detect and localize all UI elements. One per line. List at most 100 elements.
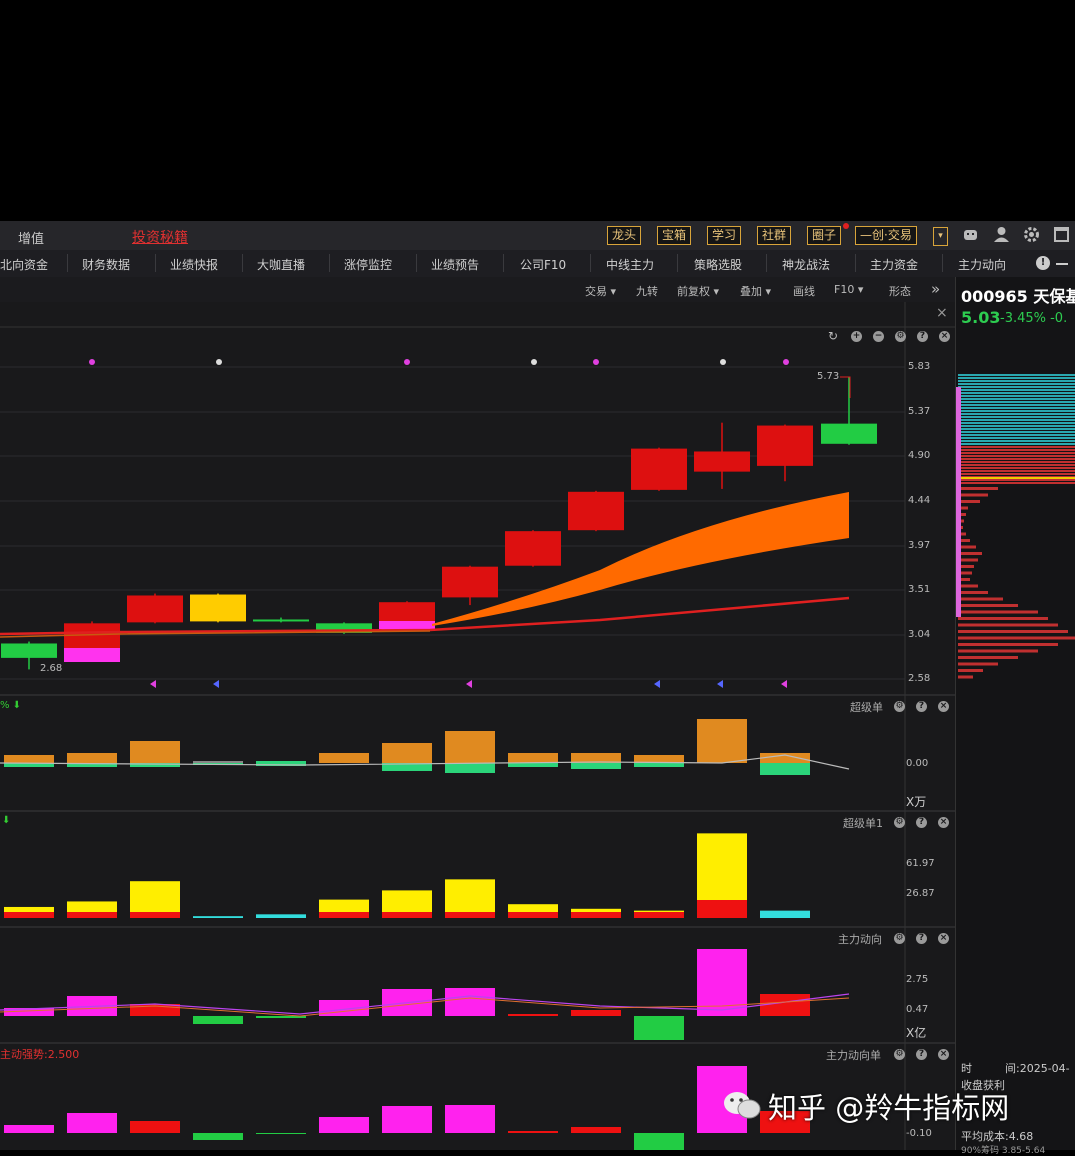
close-chart-icon[interactable]: × <box>936 305 948 321</box>
settings-icon[interactable]: ⚙ <box>895 331 906 342</box>
chip-bar-loss <box>958 669 983 672</box>
robot-icon[interactable] <box>962 226 979 243</box>
main-force-bar <box>571 1010 621 1016</box>
candle-body <box>757 425 813 466</box>
treasure-box-button[interactable]: 宝箱 <box>657 226 692 245</box>
maximize-icon[interactable] <box>1053 226 1070 243</box>
low-annotation: 2.68 <box>40 663 63 674</box>
chip-bar-profit <box>958 443 1075 445</box>
main-force-bar <box>634 1016 684 1040</box>
help-icon[interactable]: ? <box>917 331 928 342</box>
chip-bar-loss <box>958 479 1075 481</box>
chip-bar-profit <box>958 410 1075 412</box>
settings-icon[interactable]: ⚙ <box>894 817 905 828</box>
super-order-bar <box>508 753 558 763</box>
dragon-head-button[interactable]: 龙头 <box>607 226 642 245</box>
expand-icon[interactable]: » <box>931 280 940 298</box>
super-order-bar <box>130 741 180 763</box>
chip-bar-loss <box>958 630 1068 633</box>
draw-line-button[interactable]: 画线 <box>793 283 815 299</box>
y-tick: 26.87 <box>906 888 935 899</box>
candle-body <box>64 623 120 653</box>
settings-icon[interactable]: ⚙ <box>894 701 905 712</box>
chip-bar-loss <box>958 473 1075 475</box>
chip-bar-profit <box>958 389 1075 391</box>
circle-button[interactable]: 圈子 <box>807 226 842 245</box>
y-tick: 3.04 <box>908 629 931 640</box>
trade-button[interactable]: —创·交易 <box>855 226 917 245</box>
adjust-menu[interactable]: 前复权 ▾ <box>677 283 719 299</box>
nav-item-northbound[interactable]: 北向资金 <box>0 256 48 273</box>
info-icon[interactable]: ! <box>1036 256 1050 270</box>
chip-bar-profit <box>958 437 1075 439</box>
candle-highlight <box>64 648 120 662</box>
chip-bar-profit <box>958 422 1075 424</box>
nav-divider <box>855 254 856 272</box>
nav-item-trend[interactable]: 主力动向 <box>958 256 1006 273</box>
close-icon[interactable]: × <box>938 1049 949 1060</box>
chip-bar-profit <box>958 398 1075 400</box>
trade-dropdown-icon[interactable]: ▾ <box>933 227 948 246</box>
pattern-button[interactable]: 形态 <box>889 283 911 299</box>
avg-cost-label: 平均成本:4.68 <box>961 1130 1034 1143</box>
down-arrow-icon: ⬇ <box>2 815 11 826</box>
promo-link[interactable]: 投资秘籍 <box>132 227 188 247</box>
trade-menu[interactable]: 交易 ▾ <box>585 283 616 299</box>
zengzhi-tab[interactable]: 增值 <box>18 228 44 247</box>
super-order1-bar-base <box>634 912 684 918</box>
nine-turn-button[interactable]: 九转 <box>636 283 658 299</box>
close-icon[interactable]: × <box>938 817 949 828</box>
help-icon[interactable]: ? <box>916 1049 927 1060</box>
top-toolbar: 增值 投资秘籍 龙头 宝箱 学习 社群 圈子 —创·交易 ▾ <box>0 221 1075 251</box>
nav-item-limitup[interactable]: 涨停监控 <box>344 256 392 273</box>
panel-title-super-order: 超级单 <box>850 701 883 714</box>
chip-bar-loss <box>958 591 988 594</box>
signal-dot <box>216 359 222 365</box>
nav-divider <box>67 254 68 272</box>
chart-area[interactable] <box>0 302 955 1150</box>
nav-item-midline[interactable]: 中线主力 <box>606 256 654 273</box>
nav-item-funds[interactable]: 主力资金 <box>870 256 918 273</box>
black-margin <box>0 0 1075 221</box>
study-button[interactable]: 学习 <box>707 226 742 245</box>
main-force-order-bar <box>445 1105 495 1133</box>
y-tick: -0.10 <box>906 1128 932 1139</box>
chip-bar-profit <box>958 401 1075 403</box>
community-button[interactable]: 社群 <box>757 226 792 245</box>
user-icon[interactable] <box>993 226 1010 243</box>
down-arrow-icon: % ⬇ <box>0 700 22 711</box>
nav-item-strategy[interactable]: 策略选股 <box>694 256 742 273</box>
stock-price: 5.03 <box>961 308 1001 327</box>
y-tick: 3.97 <box>908 540 931 551</box>
nav-item-financial[interactable]: 财务数据 <box>82 256 130 273</box>
super-order-bar <box>571 763 621 769</box>
nav-item-forecast[interactable]: 业绩预告 <box>431 256 479 273</box>
help-icon[interactable]: ? <box>916 701 927 712</box>
main-force-order-bar <box>193 1133 243 1140</box>
close-icon[interactable]: × <box>939 331 950 342</box>
minimize-icon[interactable] <box>1056 263 1068 265</box>
zoom-out-icon[interactable]: − <box>873 331 884 342</box>
help-icon[interactable]: ? <box>916 933 927 944</box>
nav-item-live[interactable]: 大咖直播 <box>257 256 305 273</box>
overlay-menu[interactable]: 叠加 ▾ <box>740 283 771 299</box>
close-icon[interactable]: × <box>938 933 949 944</box>
y-tick: 0.47 <box>906 1004 929 1015</box>
stock-title[interactable]: 000965 天保基 <box>961 283 1075 307</box>
super-order-bar <box>4 755 54 763</box>
settings-icon[interactable]: ⚙ <box>894 1049 905 1060</box>
settings-icon[interactable]: ⚙ <box>894 933 905 944</box>
nav-item-dragon[interactable]: 神龙战法 <box>782 256 830 273</box>
close-icon[interactable]: × <box>938 701 949 712</box>
chip-bar-loss <box>958 482 1075 484</box>
chip-distribution <box>956 374 1075 679</box>
f10-menu[interactable]: F10 ▾ <box>834 283 863 296</box>
main-force-bar <box>508 1014 558 1016</box>
chip-bar-profit <box>958 392 1075 394</box>
nav-item-f10[interactable]: 公司F10 <box>520 256 566 273</box>
zoom-in-icon[interactable]: + <box>851 331 862 342</box>
refresh-icon[interactable]: ↻ <box>828 329 838 343</box>
gear-icon[interactable] <box>1023 226 1040 243</box>
nav-item-express[interactable]: 业绩快报 <box>170 256 218 273</box>
help-icon[interactable]: ? <box>916 817 927 828</box>
